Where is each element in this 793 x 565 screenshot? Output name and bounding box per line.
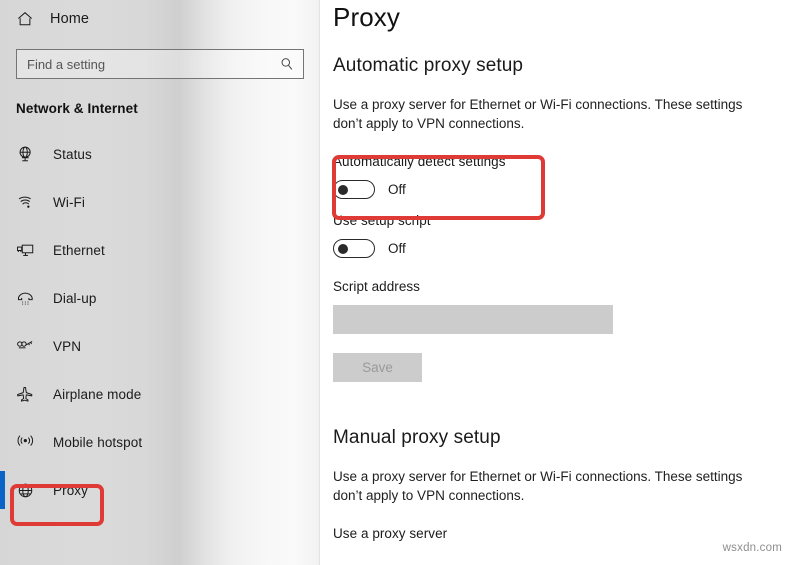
setup-script-state: Off (388, 241, 406, 256)
sidebar-item-label: Status (53, 146, 92, 162)
sidebar-item-label: Dial-up (53, 290, 97, 306)
manual-proxy-description: Use a proxy server for Ethernet or Wi-Fi… (333, 469, 743, 503)
globe-proxy-icon (16, 481, 35, 500)
sidebar-item-label: Wi-Fi (53, 194, 85, 210)
sidebar-item-wifi[interactable]: Wi-Fi (0, 178, 320, 226)
home-nav-item[interactable]: Home (0, 2, 320, 36)
sidebar-item-dialup[interactable]: Dial-up (0, 274, 320, 322)
use-setup-script-group: Use setup script Off (333, 213, 793, 258)
settings-window: Home Network & Internet (0, 0, 793, 565)
sidebar-item-label: Airplane mode (53, 386, 142, 402)
page-title: Proxy (333, 2, 400, 32)
setup-script-toggle-row[interactable]: Off (333, 239, 793, 258)
sidebar-item-proxy[interactable]: Proxy (0, 466, 320, 514)
setup-script-toggle[interactable] (333, 239, 375, 258)
sidebar-item-status[interactable]: Status (0, 130, 320, 178)
script-address-input[interactable] (333, 305, 613, 334)
airplane-icon (16, 385, 35, 404)
selection-indicator (0, 471, 5, 509)
home-icon (18, 12, 32, 26)
sidebar-item-vpn[interactable]: VPN (0, 322, 320, 370)
manual-proxy-setup-heading: Manual proxy setup (333, 427, 501, 448)
dialup-phone-icon (16, 289, 35, 308)
auto-detect-toggle[interactable] (333, 180, 375, 199)
search-icon[interactable] (280, 57, 294, 71)
script-address-label: Script address (333, 279, 420, 294)
mobile-hotspot-icon (16, 433, 35, 452)
auto-detect-toggle-row[interactable]: Off (333, 180, 793, 199)
setup-script-label: Use setup script (333, 213, 431, 228)
sidebar-category-title: Network & Internet (16, 101, 138, 116)
home-label: Home (50, 11, 90, 27)
globe-status-icon (16, 145, 35, 164)
auto-detect-state: Off (388, 182, 406, 197)
wifi-icon (16, 193, 35, 212)
search-box[interactable] (16, 49, 304, 79)
sidebar: Home Network & Internet (0, 0, 320, 565)
watermark: wsxdn.com (722, 542, 782, 554)
script-address-group: Script address Save (333, 279, 793, 382)
toggle-knob (337, 243, 348, 254)
automatically-detect-settings-group: Automatically detect settings Off (333, 154, 793, 199)
sidebar-item-label: Proxy (53, 482, 89, 498)
search-input[interactable] (17, 50, 280, 78)
sidebar-item-label: VPN (53, 338, 82, 354)
toggle-knob (337, 184, 348, 195)
sidebar-nav: Status Wi-Fi Ethernet Dial-up VPN Airpla… (0, 130, 320, 514)
sidebar-item-label: Mobile hotspot (53, 434, 143, 450)
automatic-proxy-description: Use a proxy server for Ethernet or Wi-Fi… (333, 97, 743, 131)
sidebar-item-mobile-hotspot[interactable]: Mobile hotspot (0, 418, 320, 466)
save-button[interactable]: Save (333, 353, 422, 382)
ethernet-icon (16, 241, 35, 260)
sidebar-item-airplane-mode[interactable]: Airplane mode (0, 370, 320, 418)
sidebar-item-ethernet[interactable]: Ethernet (0, 226, 320, 274)
use-proxy-server-label: Use a proxy server (333, 526, 448, 541)
auto-detect-label: Automatically detect settings (333, 154, 506, 169)
content-pane: Proxy Automatic proxy setup Use a proxy … (320, 0, 793, 565)
automatic-proxy-setup-heading: Automatic proxy setup (333, 55, 524, 76)
vpn-key-icon (16, 337, 35, 356)
sidebar-item-label: Ethernet (53, 242, 105, 258)
